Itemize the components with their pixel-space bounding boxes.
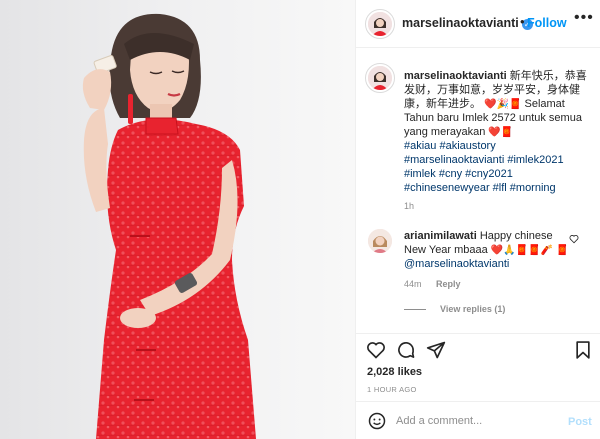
author-username-text[interactable]: marselinaoktavianti xyxy=(402,16,519,30)
follow-button[interactable]: Follow xyxy=(527,16,567,30)
hashtags-line-3[interactable]: #imlek #cny #cny2021 xyxy=(404,168,513,180)
likes-count[interactable]: 2,028 likes xyxy=(367,366,422,378)
add-comment-input[interactable] xyxy=(396,412,556,430)
comment-emojis: ❤️🙏🧧🧧🧨 xyxy=(490,245,554,256)
avatar-image xyxy=(368,12,392,36)
post-header: marselinaoktavianti ✓ • Follow ••• xyxy=(356,0,600,48)
post-side-panel: marselinaoktavianti ✓ • Follow ••• marsel… xyxy=(355,0,600,439)
comments-section[interactable]: marselinaoktavianti 新年快乐，恭喜发财，万事如意，岁岁平安，… xyxy=(356,48,600,333)
caption-time[interactable]: 1h xyxy=(404,201,414,211)
comment-icon[interactable] xyxy=(396,340,416,360)
caption-avatar[interactable] xyxy=(368,66,392,90)
view-replies-line xyxy=(404,309,426,311)
caption-emojis-1: ❤️🎉🧧 xyxy=(484,99,522,110)
hashtags-line-2[interactable]: #marselinaoktavianti #imlek2021 xyxy=(404,154,564,166)
share-icon[interactable] xyxy=(426,340,446,360)
caption-emojis-2: ❤️🧧 xyxy=(488,127,514,138)
add-comment-bar: Post xyxy=(356,401,600,439)
emoji-smiley-icon[interactable] xyxy=(368,412,386,430)
reply-button[interactable]: Reply xyxy=(436,279,461,289)
comment-emoji-prefix: 🧧 xyxy=(556,245,569,256)
post-comment-button[interactable]: Post xyxy=(568,416,592,428)
comment-meta: 44m Reply xyxy=(404,279,461,289)
author-username[interactable]: marselinaoktavianti ✓ xyxy=(402,16,533,30)
hashtags-line-4[interactable]: #chinesenewyear #lfl #morning xyxy=(404,182,556,194)
hashtags-line-1[interactable]: #akiau #akiaustory xyxy=(404,140,496,152)
commenter-username[interactable]: arianimilawati xyxy=(404,230,477,242)
comment: arianimilawati Happy chinese New Year mb… xyxy=(404,229,569,271)
caption-avatar-image xyxy=(368,66,392,90)
posted-time[interactable]: 1 HOUR AGO xyxy=(367,385,417,394)
comment-like-heart-icon[interactable] xyxy=(569,234,579,244)
heart-icon[interactable] xyxy=(366,340,386,360)
commenter-avatar[interactable] xyxy=(368,229,392,253)
comment-time[interactable]: 44m xyxy=(404,279,422,289)
view-replies-label[interactable]: View replies (1) xyxy=(440,304,505,314)
commenter-avatar-image xyxy=(368,229,392,253)
more-options-icon[interactable]: ••• xyxy=(574,9,594,27)
caption: marselinaoktavianti 新年快乐，恭喜发财，万事如意，岁岁平安，… xyxy=(404,69,594,195)
comment-mention[interactable]: @marselinaoktavianti xyxy=(404,258,509,270)
header-separator: • xyxy=(520,14,525,29)
post-photo[interactable] xyxy=(0,0,355,439)
post-actions: 2,028 likes 1 HOUR AGO xyxy=(356,333,600,394)
bookmark-icon[interactable] xyxy=(573,340,593,360)
caption-username[interactable]: marselinaoktavianti xyxy=(404,70,507,82)
photo-illustration xyxy=(0,0,355,439)
author-avatar[interactable] xyxy=(368,12,392,36)
view-replies-button[interactable]: View replies (1) xyxy=(404,304,505,314)
